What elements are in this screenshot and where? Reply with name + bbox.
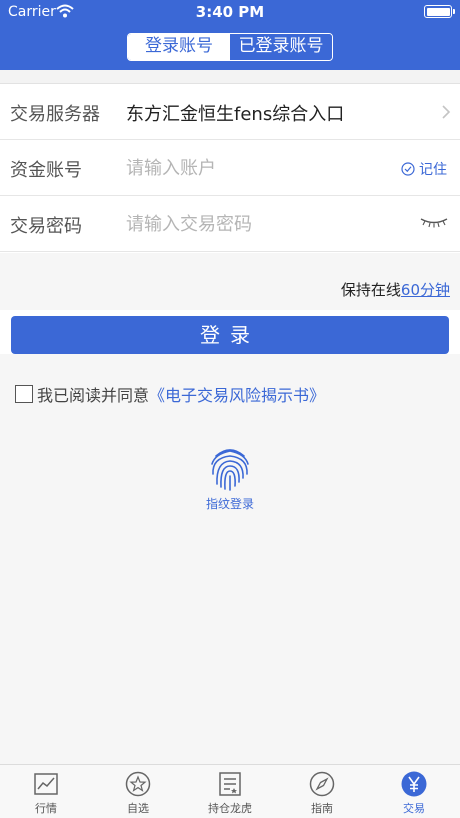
list-icon (219, 772, 241, 796)
agreement-text: 我已阅读并同意 (37, 386, 150, 405)
tab-logged-in-accounts[interactable]: 已登录账号 (230, 34, 332, 60)
keep-online: 保持在线60分钟 (341, 279, 450, 300)
agreement-checkbox[interactable] (15, 385, 33, 403)
tab-trade[interactable]: 交易 (368, 765, 460, 818)
password-row: 交易密码 (0, 196, 460, 252)
login-button[interactable]: 登录 (11, 316, 449, 354)
keep-online-label: 保持在线 (340, 281, 401, 299)
check-circle-icon (401, 162, 415, 176)
star-icon (125, 771, 151, 797)
tab-guide-label: 指南 (311, 802, 333, 815)
tab-login-account[interactable]: 登录账号 (128, 34, 230, 60)
fingerprint-icon (211, 449, 249, 491)
battery-icon (424, 5, 455, 18)
tab-positions-label: 持仓龙虎 (208, 802, 252, 815)
tab-watchlist-label: 自选 (127, 802, 149, 815)
server-value: 东方汇金恒生fens综合入口 (126, 104, 345, 125)
chart-icon (34, 773, 58, 795)
tab-market[interactable]: 行情 (0, 765, 92, 818)
chevron-right-icon (442, 105, 451, 119)
tab-guide[interactable]: 指南 (276, 765, 368, 818)
account-segment-control: 登录账号 已登录账号 (127, 33, 333, 61)
top-spacer (0, 70, 460, 84)
bottom-tab-bar: 行情 自选 持仓龙虎 指南 交易 (0, 764, 460, 818)
clock: 3:40 PM (195, 3, 265, 21)
server-label: 交易服务器 (10, 104, 100, 125)
tab-watchlist[interactable]: 自选 (92, 765, 184, 818)
agreement: 我已阅读并同意 《电子交易风险揭示书》 (15, 382, 325, 406)
status-bar: Carrier 3:40 PM (0, 0, 460, 24)
compass-icon (309, 771, 335, 797)
fingerprint-label: 指纹登录 (205, 497, 254, 511)
remember-label: 记住 (419, 162, 447, 178)
header: Carrier 3:40 PM 登录账号 已登录账号 (0, 0, 460, 70)
keep-online-duration-link[interactable]: 60分钟 (401, 281, 450, 299)
fingerprint-login[interactable]: 指纹登录 (200, 444, 260, 512)
tab-market-label: 行情 (35, 802, 57, 815)
tab-positions[interactable]: 持仓龙虎 (184, 765, 276, 818)
remember-account-toggle[interactable]: 记住 (401, 159, 447, 179)
account-label: 资金账号 (10, 160, 82, 181)
risk-disclosure-link[interactable]: 《电子交易风险揭示书》 (149, 382, 325, 406)
account-row: 资金账号 记住 (0, 140, 460, 196)
password-input[interactable] (126, 210, 386, 238)
tab-trade-label: 交易 (403, 802, 425, 815)
server-row[interactable]: 交易服务器 东方汇金恒生fens综合入口 (0, 84, 460, 140)
lower-area (0, 354, 460, 764)
yen-icon (401, 771, 427, 797)
password-label: 交易密码 (10, 216, 82, 237)
account-input[interactable] (126, 154, 386, 182)
eye-closed-icon[interactable] (419, 216, 449, 228)
